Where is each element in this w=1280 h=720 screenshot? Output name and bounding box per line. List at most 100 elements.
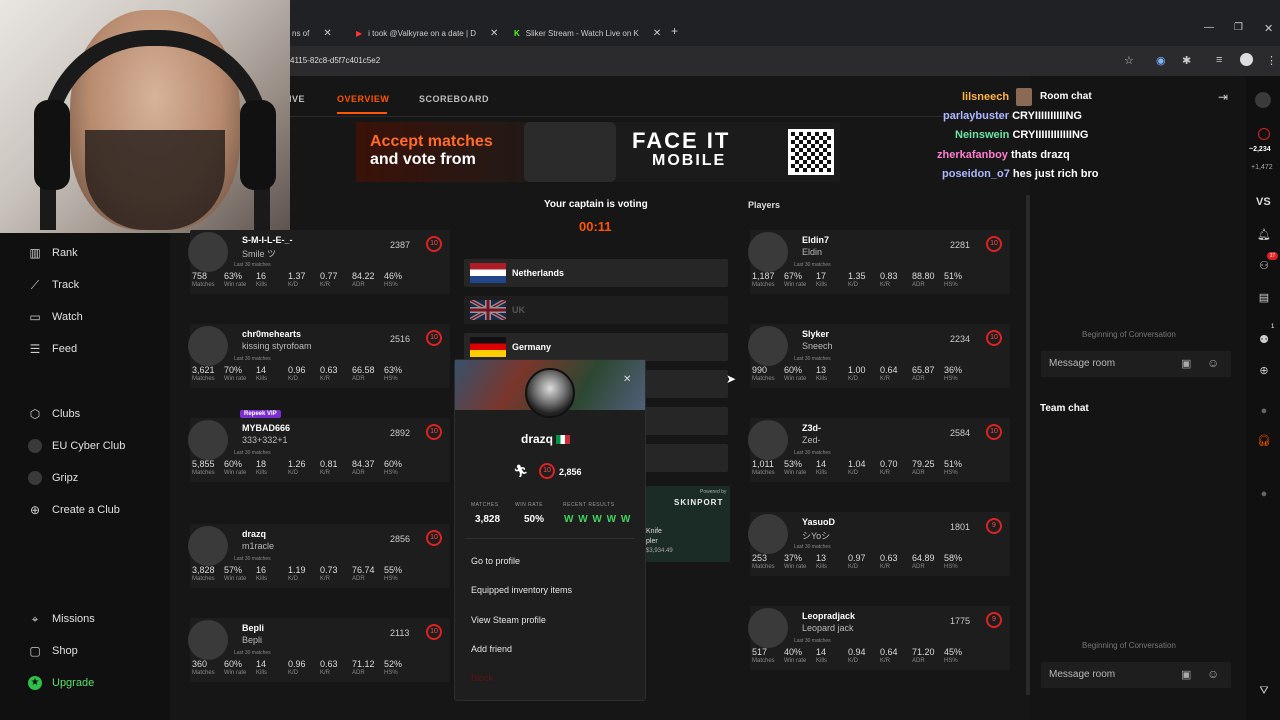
- close-icon[interactable]: ✕: [623, 374, 631, 385]
- map-option[interactable]: UK: [464, 296, 728, 324]
- close-icon[interactable]: ✕: [653, 28, 661, 39]
- new-tab-button[interactable]: +: [671, 24, 678, 38]
- player-name[interactable]: Leopradjack: [802, 611, 855, 621]
- player-name[interactable]: S-M-I-L-E-_-: [242, 235, 293, 245]
- minimize-icon[interactable]: —: [1204, 22, 1214, 33]
- avatar[interactable]: [188, 526, 228, 566]
- more-menu-icon[interactable]: ⋮: [1266, 54, 1277, 67]
- browser-tab[interactable]: K Sliker Stream - Watch Live on K ✕: [508, 22, 667, 44]
- player-card[interactable]: Slyker Sneech 2234 10 Last 30 matches 990 Matc…: [748, 324, 1010, 388]
- sidebar-item-feed[interactable]: ☰ Feed: [28, 342, 77, 356]
- faceit-mobile-banner[interactable]: Accept matches and vote from FACE IT MOBI…: [356, 122, 840, 182]
- avatar[interactable]: [748, 420, 788, 460]
- player-name[interactable]: chr0mehearts: [242, 329, 301, 339]
- team-message-input[interactable]: Message room ▣ ☺: [1041, 662, 1231, 688]
- sidebar-item-eu-cyber-club[interactable]: EU Cyber Club: [28, 439, 125, 453]
- stat-value: 16: [256, 271, 267, 281]
- image-icon[interactable]: ▣: [1181, 668, 1191, 681]
- avatar[interactable]: [748, 232, 788, 272]
- avatar[interactable]: [188, 620, 228, 660]
- close-icon[interactable]: ✕: [490, 28, 498, 39]
- profile-avatar[interactable]: [1240, 53, 1253, 66]
- sidebar-item-gripz[interactable]: Gripz: [28, 471, 78, 485]
- avatar[interactable]: [748, 608, 788, 648]
- tab-scoreboard[interactable]: SCOREBOARD: [419, 94, 489, 104]
- faceit-icon[interactable]: ⛛: [1257, 684, 1271, 698]
- stat-adr: 71.12 ADR: [352, 659, 384, 676]
- headset-icon[interactable]: 🎧︎: [1257, 434, 1271, 448]
- tab-overview[interactable]: OVERVIEW: [337, 94, 389, 104]
- player-card[interactable]: Bepli Bepli 2113 10 Last 30 matches 360 Matche…: [188, 618, 450, 682]
- player-card[interactable]: chr0mehearts kissing styrofoam 2516 10 Last …: [188, 324, 450, 388]
- browser-tab[interactable]: ▶ i took @Valkyrae on a date | D ✕: [350, 22, 504, 44]
- player-card[interactable]: drazq m1racle 2856 10 Last 30 matches 3,828 Ma…: [188, 524, 450, 588]
- stat-value: 17: [816, 271, 827, 281]
- avatar[interactable]: [748, 326, 788, 366]
- stat-value: 1.00: [848, 365, 866, 375]
- sidebar-item-watch[interactable]: ▭ Watch: [28, 310, 82, 324]
- go-to-profile-link[interactable]: Go to profile: [471, 556, 520, 566]
- add-friend-button[interactable]: Add friend: [471, 644, 512, 654]
- party-icon[interactable]: ⚉: [1257, 333, 1271, 347]
- avatar[interactable]: [188, 232, 228, 272]
- tab-live[interactable]: IVE: [289, 94, 305, 104]
- close-window-icon[interactable]: ✕: [1264, 22, 1273, 35]
- bookmark-star-icon[interactable]: ☆: [1124, 54, 1134, 67]
- stat-label: K/R: [320, 376, 331, 382]
- block-button[interactable]: Block: [471, 673, 493, 683]
- chat-icon[interactable]: ▤: [1257, 291, 1271, 305]
- emoji-icon[interactable]: ☺: [1207, 356, 1219, 370]
- player-name[interactable]: drazq: [242, 529, 266, 539]
- emoji-icon[interactable]: ☺: [1207, 667, 1219, 681]
- maximize-icon[interactable]: ❐: [1234, 22, 1243, 33]
- sidebar-item-rank[interactable]: ▥ Rank: [28, 246, 77, 260]
- room-message-input[interactable]: Message room ▣ ☺: [1041, 351, 1231, 377]
- player-name[interactable]: Bepli: [242, 623, 264, 633]
- avatar[interactable]: [188, 326, 228, 366]
- player-name[interactable]: Eldin7: [802, 235, 829, 245]
- elo-value: 2387: [390, 240, 411, 250]
- friends-icon[interactable]: ⚇: [1257, 259, 1271, 273]
- sidebar-item-create-club[interactable]: ⊕ Create a Club: [28, 503, 120, 517]
- player-name[interactable]: MYBAD666: [242, 423, 290, 433]
- kick-icon: K: [514, 28, 520, 38]
- stat-value: 0.64: [880, 647, 898, 657]
- inventory-link[interactable]: Equipped inventory items: [471, 585, 572, 595]
- bell-icon[interactable]: 🔔︎: [1257, 228, 1271, 242]
- player-card[interactable]: YasuoD シYoシ 1801 9 Last 30 matches 253 Matches…: [748, 512, 1010, 576]
- user-icon[interactable]: ●: [1257, 487, 1271, 501]
- sidebar-item-upgrade[interactable]: ★ Upgrade: [28, 676, 94, 690]
- player-card[interactable]: S-M-I-L-E-_- Smile ツ 2387 10 Last 30 matches…: [188, 230, 450, 294]
- map-option[interactable]: Netherlands: [464, 259, 728, 287]
- skinport-ad[interactable]: Powered by SKINPORT Knife pler $3,934.49: [646, 486, 730, 562]
- player-card[interactable]: Eldin7 Eldin 2281 10 Last 30 matches 1,187 Mat…: [748, 230, 1010, 294]
- notification-badge: 27: [1267, 252, 1278, 260]
- puzzle-icon[interactable]: ✱: [1182, 54, 1191, 67]
- browser-tab[interactable]: ns of ✕: [286, 22, 338, 44]
- close-icon[interactable]: ✕: [323, 28, 331, 39]
- collapse-chat-icon[interactable]: ⇥: [1218, 90, 1228, 104]
- map-option[interactable]: Germany: [464, 333, 728, 361]
- image-icon[interactable]: ▣: [1181, 357, 1191, 370]
- stat-adr: 65.87 ADR: [912, 365, 944, 382]
- player-card[interactable]: MYBAD666 333+332+1 2892 10 Last 30 matches 5,…: [188, 418, 450, 482]
- media-icon[interactable]: ≡: [1216, 54, 1222, 66]
- player-name[interactable]: Z3d-: [802, 423, 821, 433]
- sidebar-item-shop[interactable]: ▢ Shop: [28, 644, 77, 658]
- sidebar-item-missions[interactable]: ⌖ Missions: [28, 612, 95, 626]
- player-name[interactable]: Slyker: [802, 329, 829, 339]
- url-text[interactable]: 4115-82c8-d5f7c401c5e2: [290, 56, 380, 65]
- add-icon[interactable]: ⊕: [1257, 364, 1271, 378]
- avatar[interactable]: [1255, 92, 1271, 108]
- player-name[interactable]: YasuoD: [802, 517, 835, 527]
- player-card[interactable]: Z3d- Zed- 2584 10 Last 30 matches 1,011 Matche…: [748, 418, 1010, 482]
- sidebar-item-track[interactable]: ⟋ Track: [28, 278, 79, 292]
- sidebar-item-clubs[interactable]: ⬡ Clubs: [28, 407, 80, 421]
- player-card[interactable]: Leopradjack Leopard jack 1775 9 Last 30 matc…: [748, 606, 1010, 670]
- flag-de-icon: [470, 337, 506, 357]
- avatar[interactable]: [748, 514, 788, 554]
- avatar[interactable]: [188, 420, 228, 460]
- extension-icon[interactable]: ◉: [1156, 54, 1166, 67]
- user-icon[interactable]: ●: [1257, 404, 1271, 418]
- steam-profile-link[interactable]: View Steam profile: [471, 615, 546, 625]
